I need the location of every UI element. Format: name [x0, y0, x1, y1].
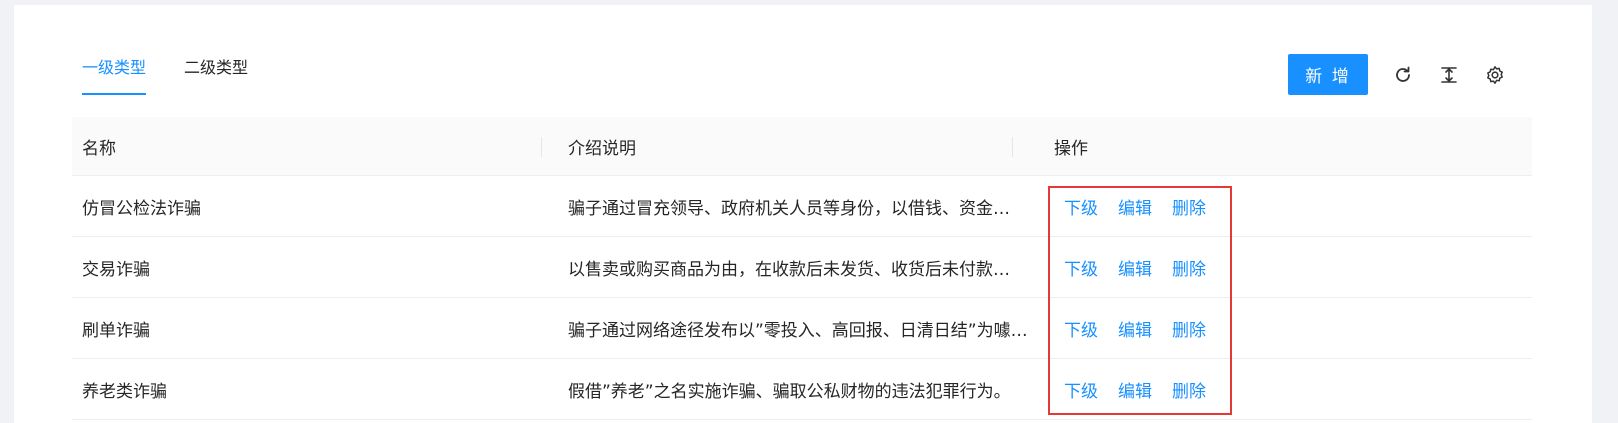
column-height-icon[interactable] — [1438, 64, 1460, 86]
header-name: 名称 — [82, 138, 116, 159]
edit-link[interactable]: 编辑 — [1118, 255, 1152, 280]
add-button[interactable]: 新 增 — [1288, 54, 1368, 95]
type-table: 名称 介绍说明 操作 仿冒公检法诈骗 骗子通过冒充领导、政府机关人员等身份，以借… — [72, 117, 1532, 420]
row-actions: 下级 编辑 删除 — [1044, 377, 1226, 402]
delete-link[interactable]: 删除 — [1172, 316, 1206, 341]
edit-link[interactable]: 编辑 — [1118, 377, 1152, 402]
delete-link[interactable]: 删除 — [1172, 255, 1206, 280]
row-name: 交易诈骗 — [82, 259, 150, 280]
table-row: 交易诈骗 以售卖或购买商品为由，在收款后未发货、收货后未付款… 下级 编辑 删除 — [72, 237, 1532, 298]
table-row: 仿冒公检法诈骗 骗子通过冒充领导、政府机关人员等身份，以借钱、资金… 下级 编辑… — [72, 176, 1532, 237]
tab-level-one[interactable]: 一级类型 — [82, 53, 147, 95]
edit-link[interactable]: 编辑 — [1118, 194, 1152, 219]
row-name: 养老类诈骗 — [82, 381, 167, 402]
row-actions: 下级 编辑 删除 — [1044, 194, 1226, 219]
type-tabs: 一级类型 二级类型 — [82, 53, 248, 95]
table-header: 名称 介绍说明 操作 — [72, 117, 1532, 176]
header-description: 介绍说明 — [568, 138, 636, 159]
settings-icon[interactable] — [1484, 64, 1506, 86]
table-row: 刷单诈骗 骗子通过网络途径发布以”零投入、高回报、日清日结”为噱… 下级 编辑 … — [72, 298, 1532, 359]
sub-level-link[interactable]: 下级 — [1064, 377, 1098, 402]
delete-link[interactable]: 删除 — [1172, 194, 1206, 219]
row-name: 刷单诈骗 — [82, 320, 150, 341]
table-row: 养老类诈骗 假借”养老”之名实施诈骗、骗取公私财物的违法犯罪行为。 下级 编辑 … — [72, 359, 1532, 420]
header-actions: 操作 — [1054, 138, 1088, 159]
row-name: 仿冒公检法诈骗 — [82, 198, 201, 219]
row-description: 以售卖或购买商品为由，在收款后未发货、收货后未付款… — [568, 259, 1010, 280]
sub-level-link[interactable]: 下级 — [1064, 255, 1098, 280]
row-actions: 下级 编辑 删除 — [1044, 255, 1226, 280]
header-divider — [1012, 137, 1013, 157]
row-description: 假借”养老”之名实施诈骗、骗取公私财物的违法犯罪行为。 — [568, 381, 1011, 402]
tab-level-two[interactable]: 二级类型 — [184, 53, 248, 95]
table-toolbar: 新 增 — [1288, 54, 1506, 95]
sub-level-link[interactable]: 下级 — [1064, 316, 1098, 341]
delete-link[interactable]: 删除 — [1172, 377, 1206, 402]
sub-level-link[interactable]: 下级 — [1064, 194, 1098, 219]
row-actions: 下级 编辑 删除 — [1044, 316, 1226, 341]
row-description: 骗子通过网络途径发布以”零投入、高回报、日清日结”为噱… — [568, 320, 1028, 341]
refresh-icon[interactable] — [1392, 64, 1414, 86]
header-divider — [541, 137, 542, 157]
row-description: 骗子通过冒充领导、政府机关人员等身份，以借钱、资金… — [568, 198, 1010, 219]
edit-link[interactable]: 编辑 — [1118, 316, 1152, 341]
